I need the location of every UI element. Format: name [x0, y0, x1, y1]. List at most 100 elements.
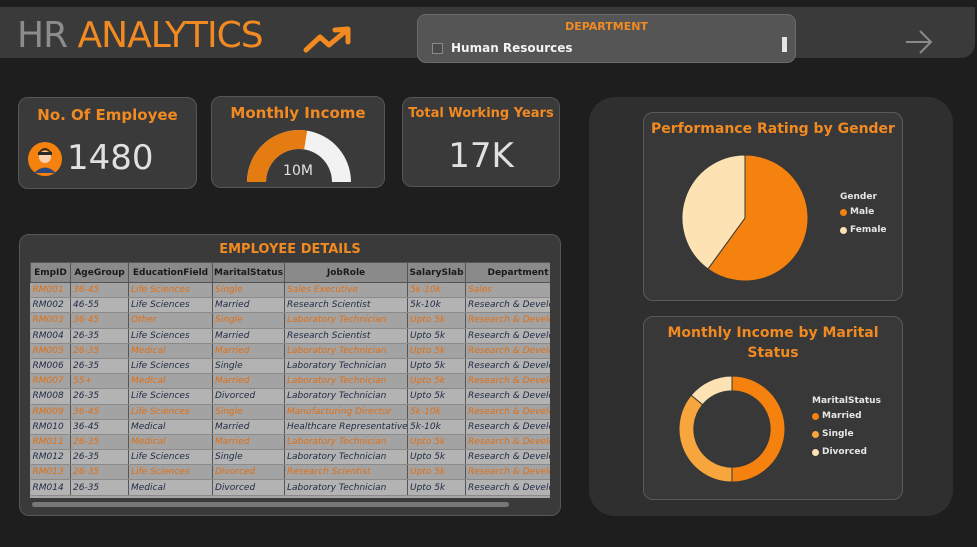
column-header[interactable]: EducationField: [128, 262, 213, 283]
monthly-income-value: 10M: [283, 163, 313, 179]
marital-donut-chart: Monthly Income by Marital Status Marital…: [643, 316, 903, 500]
legend-item-male[interactable]: Male: [840, 207, 887, 217]
dashboard-title: HR ANALYTICS: [17, 18, 264, 54]
slicer-scrollbar[interactable]: [782, 37, 787, 52]
table-cell: Medical: [128, 373, 213, 390]
table-horizontal-scrollbar[interactable]: [32, 502, 509, 507]
table-row[interactable]: RM008 26-35 Life Sciences Divorced Laborator…: [30, 388, 550, 405]
table-cell: Medical: [128, 434, 213, 451]
table-cell: Life Sciences: [128, 464, 213, 481]
table-row[interactable]: RM002 46-55 Life Sciences Married Research S…: [30, 297, 550, 314]
table-row[interactable]: RM004 26-35 Life Sciences Married Research S…: [30, 328, 550, 344]
table-cell: Laboratory Technician: [284, 434, 408, 451]
table-row[interactable]: RM011 26-35 Medical Married Laboratory Techn…: [30, 434, 550, 451]
table-row[interactable]: RM009 36-45 Life Sciences Single Manufacturi…: [30, 404, 550, 420]
table-cell: Upto 5k: [407, 373, 466, 390]
table-cell: 46-55: [70, 297, 129, 314]
legend-label: Male: [850, 207, 875, 217]
slice-single[interactable]: [678, 394, 733, 483]
table-cell: Research & Development: [465, 297, 550, 314]
column-header[interactable]: MaritalStatus: [212, 262, 285, 283]
table-cell: Upto 5k: [407, 479, 466, 496]
table-cell: RM001: [30, 282, 71, 299]
table-cell: Married: [212, 343, 285, 359]
table-cell: Upto 5k: [407, 358, 466, 375]
employee-details-title: EMPLOYEE DETAILS: [219, 242, 361, 257]
table-cell: Single: [212, 312, 285, 329]
table-cell: 26-35: [70, 449, 129, 466]
trending-up-icon: [303, 26, 351, 53]
legend-label: Single: [822, 429, 854, 439]
table-cell: 36-45: [70, 404, 129, 420]
table-cell: RM008: [30, 388, 71, 405]
column-header[interactable]: Department: [465, 262, 550, 283]
table-cell: Laboratory Technician: [284, 358, 408, 375]
table-row[interactable]: RM006 26-35 Life Sciences Single Laboratory …: [30, 358, 550, 375]
slicer-checkbox[interactable]: [432, 43, 443, 54]
table-cell: RM013: [30, 464, 71, 481]
table-cell: RM010: [30, 419, 71, 435]
column-header[interactable]: JobRole: [284, 262, 408, 283]
table-cell: Life Sciences: [128, 388, 213, 405]
table-cell: 26-35: [70, 328, 129, 344]
legend-item-married[interactable]: Married: [812, 411, 881, 421]
table-row[interactable]: RM001 36-45 Life Sciences Single Sales Execu…: [30, 282, 550, 299]
arrow-right-icon[interactable]: [904, 29, 934, 55]
column-header[interactable]: EmpID: [30, 262, 71, 283]
table-cell: Upto 5k: [407, 343, 466, 359]
column-header[interactable]: AgeGroup: [70, 262, 129, 283]
slice-divorced[interactable]: [690, 375, 733, 406]
table-cell: Upto 5k: [407, 312, 466, 329]
table-cell: Upto 5k: [407, 388, 466, 405]
gender-legend-title: Gender: [840, 192, 877, 202]
table-row[interactable]: RM010 36-45 Medical Married Healthcare Repre…: [30, 419, 550, 435]
table-cell: Research Scientist: [284, 464, 408, 481]
legend-item-divorced[interactable]: Divorced: [812, 447, 881, 457]
legend-item-single[interactable]: Single: [812, 429, 881, 439]
table-cell: Divorced: [212, 464, 285, 481]
legend-item-female[interactable]: Female: [840, 225, 887, 235]
legend-dot: [840, 226, 847, 234]
employee-count-title: No. Of Employee: [37, 106, 178, 124]
table-cell: 26-35: [70, 343, 129, 359]
working-years-title: Total Working Years: [408, 106, 554, 121]
table-cell: 26-35: [70, 358, 129, 375]
table-cell: Research & Development: [465, 479, 550, 496]
table-cell: Research & Development: [465, 328, 550, 344]
marital-donut-svg: [678, 375, 786, 483]
slice-married[interactable]: [731, 375, 786, 483]
table-row[interactable]: RM014 26-35 Medical Divorced Laboratory Tech…: [30, 479, 550, 496]
header-bar: HR ANALYTICS DEPARTMENT Human Resources: [0, 7, 975, 63]
table-cell: Other: [128, 312, 213, 329]
slicer-value[interactable]: Human Resources: [451, 41, 573, 55]
table-cell: Life Sciences: [128, 358, 213, 375]
table-cell: 5k-10k: [407, 404, 466, 420]
legend-label: Married: [822, 411, 862, 421]
table-cell: Upto 5k: [407, 434, 466, 451]
table-cell: RM005: [30, 343, 71, 359]
employee-count-card: No. Of Employee 1480: [18, 97, 197, 189]
table-row[interactable]: RM013 26-35 Life Sciences Divorced Research …: [30, 464, 550, 481]
table-cell: Healthcare Representative: [284, 419, 408, 435]
table-cell: Research & Development: [465, 358, 550, 375]
table-row[interactable]: RM007 55+ Medical Married Laboratory Technic…: [30, 373, 550, 390]
table-cell: Divorced: [212, 388, 285, 405]
table-cell: Research & Development: [465, 373, 550, 390]
legend-label: Female: [850, 225, 887, 235]
table-cell: Laboratory Technician: [284, 388, 408, 405]
column-header[interactable]: SalarySlab: [407, 262, 466, 283]
table-cell: Married: [212, 297, 285, 314]
table-row[interactable]: RM005 26-35 Medical Married Laboratory Techn…: [30, 343, 550, 359]
table-row[interactable]: RM012 26-35 Life Sciences Single Laboratory …: [30, 449, 550, 466]
table-cell: Life Sciences: [128, 449, 213, 466]
table-row[interactable]: RM003 36-45 Other Single Laboratory Technici…: [30, 312, 550, 329]
table-cell: RM002: [30, 297, 71, 314]
table-cell: 5k-10k: [407, 297, 466, 314]
marital-legend-title: MaritalStatus: [812, 396, 881, 406]
employee-table-viewport[interactable]: EmpID AgeGroup EducationField MaritalStatus…: [30, 262, 550, 498]
table-cell: RM006: [30, 358, 71, 375]
table-cell: Medical: [128, 343, 213, 359]
department-slicer[interactable]: DEPARTMENT Human Resources: [417, 14, 796, 63]
table-cell: Upto 5k: [407, 464, 466, 481]
table-cell: Sales Executive: [284, 282, 408, 299]
